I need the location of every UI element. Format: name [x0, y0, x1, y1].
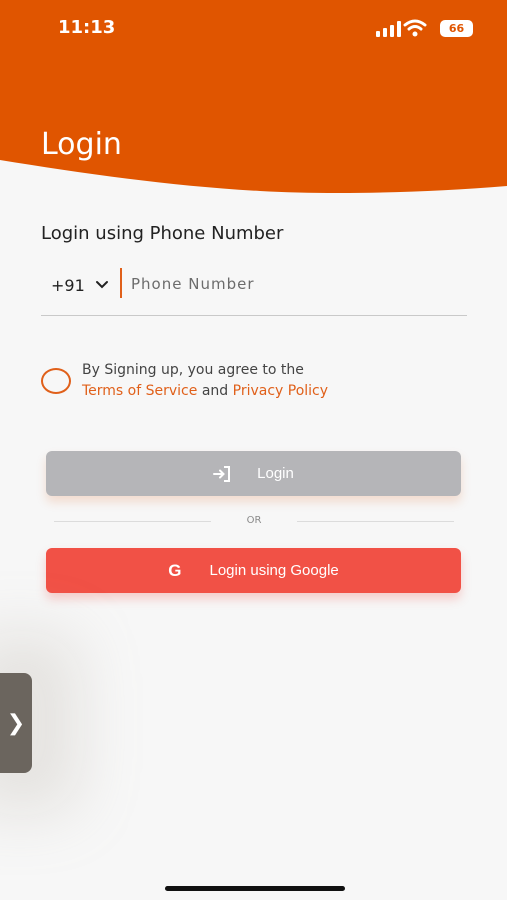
login-button-label: Login: [257, 465, 294, 482]
agreement-and: and: [201, 383, 229, 399]
status-icons: 66: [376, 18, 473, 40]
terms-agreement: By Signing up, you agree to the Terms of…: [41, 360, 481, 404]
terms-of-service-link[interactable]: Terms of Service: [82, 383, 197, 399]
country-code-selector[interactable]: +91: [51, 272, 109, 298]
home-indicator[interactable]: [165, 886, 345, 891]
status-time: 11:13: [58, 17, 116, 38]
page-title: Login: [41, 127, 122, 162]
privacy-policy-link[interactable]: Privacy Policy: [233, 383, 328, 399]
status-bar: 11:13 66: [0, 0, 507, 56]
signal-icon: [376, 21, 401, 37]
google-icon: G: [168, 560, 182, 580]
login-button[interactable]: Login: [46, 451, 461, 496]
phone-number-row: +91: [41, 262, 467, 316]
google-login-label: Login using Google: [209, 562, 339, 579]
country-code-label: +91: [51, 275, 85, 295]
input-divider: [120, 268, 122, 298]
agreement-prefix: By Signing up, you agree to the: [82, 362, 304, 378]
wifi-icon: [403, 19, 427, 37]
battery-icon: 66: [440, 20, 473, 37]
or-line-right: [297, 521, 454, 522]
chevron-down-icon: [95, 281, 108, 289]
agree-radio-button[interactable]: [41, 368, 71, 394]
phone-number-input[interactable]: [131, 270, 451, 298]
google-login-button[interactable]: G Login using Google: [46, 548, 461, 593]
login-icon: [213, 465, 231, 482]
side-drawer-handle[interactable]: ❯: [0, 673, 32, 773]
or-divider: OR: [54, 511, 454, 531]
chevron-right-icon: ❯: [6, 710, 26, 736]
agreement-text: By Signing up, you agree to the Terms of…: [82, 360, 328, 402]
section-title: Login using Phone Number: [41, 223, 284, 244]
